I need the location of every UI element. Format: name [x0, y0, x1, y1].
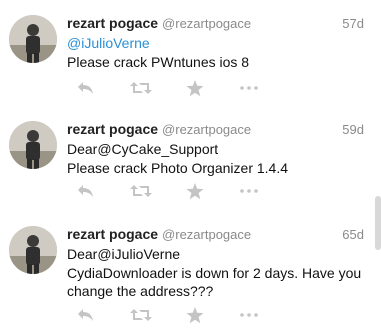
more-icon	[240, 313, 258, 317]
timestamp[interactable]: 57d	[342, 16, 364, 31]
more-button[interactable]	[239, 181, 259, 201]
tweet-actions	[67, 181, 267, 201]
author-name[interactable]: rezart pogace	[67, 121, 158, 137]
avatar[interactable]	[9, 226, 57, 274]
tweet-line: Dear@CyCake_Support	[67, 141, 219, 157]
favorite-icon	[186, 79, 204, 96]
avatar-photo	[9, 121, 57, 169]
author-name[interactable]: rezart pogace	[67, 226, 158, 242]
retweet-button[interactable]	[130, 78, 152, 98]
favorite-button[interactable]	[185, 305, 205, 325]
more-icon	[240, 189, 258, 193]
tweet-header: rezart pogace @rezartpogace 59d	[67, 121, 372, 139]
favorite-button[interactable]	[185, 181, 205, 201]
mention-link[interactable]: @iJulioVerne	[67, 34, 367, 53]
retweet-icon	[130, 185, 152, 197]
more-icon	[240, 86, 258, 90]
reply-icon	[77, 309, 93, 321]
tweet-3[interactable]: rezart pogace @rezartpogace 65d Dear@iJul…	[0, 226, 372, 331]
retweet-icon	[130, 82, 152, 94]
avatar[interactable]	[9, 15, 57, 63]
more-button[interactable]	[239, 78, 259, 98]
reply-button[interactable]	[75, 78, 95, 98]
retweet-button[interactable]	[130, 305, 152, 325]
scrollbar[interactable]	[375, 196, 381, 250]
timestamp[interactable]: 59d	[342, 122, 364, 137]
tweet-line: Please crack PWntunes ios 8	[67, 53, 250, 70]
avatar-photo	[9, 15, 57, 63]
tweet-actions	[67, 78, 267, 98]
tweet-text: @iJulioVerne Please crack PWntunes ios 8	[67, 34, 367, 71]
author-handle[interactable]: @rezartpogace	[162, 122, 251, 137]
more-button[interactable]	[239, 305, 259, 325]
retweet-icon	[130, 309, 152, 321]
tweet-1[interactable]: rezart pogace @rezartpogace 57d @iJulioVe…	[0, 15, 372, 105]
reply-icon	[77, 185, 93, 197]
favorite-button[interactable]	[185, 78, 205, 98]
tweet-text: Dear@iJulioVerne CydiaDownloader is down…	[67, 245, 367, 301]
tweet-line: Please crack Photo Organizer 1.4.4	[67, 159, 289, 176]
author-name[interactable]: rezart pogace	[67, 15, 158, 31]
reply-button[interactable]	[75, 305, 95, 325]
tweet-2[interactable]: rezart pogace @rezartpogace 59d Dear@CyCa…	[0, 121, 372, 211]
tweet-line: change the address???	[67, 283, 214, 299]
avatar[interactable]	[9, 121, 57, 169]
retweet-button[interactable]	[130, 181, 152, 201]
avatar-photo	[9, 226, 57, 274]
tweet-actions	[67, 305, 267, 325]
reply-button[interactable]	[75, 181, 95, 201]
tweet-text: Dear@CyCake_Support Please crack Photo O…	[67, 140, 367, 177]
tweet-header: rezart pogace @rezartpogace 65d	[67, 226, 372, 244]
author-handle[interactable]: @rezartpogace	[162, 227, 251, 242]
tweet-line: Dear@iJulioVerne	[67, 246, 181, 262]
tweet-line: CydiaDownloader is down for 2 days. Have…	[67, 264, 362, 281]
favorite-icon	[186, 182, 204, 199]
author-handle[interactable]: @rezartpogace	[162, 16, 251, 31]
reply-icon	[77, 82, 93, 94]
favorite-icon	[186, 306, 204, 323]
timestamp[interactable]: 65d	[342, 227, 364, 242]
tweet-header: rezart pogace @rezartpogace 57d	[67, 15, 372, 33]
